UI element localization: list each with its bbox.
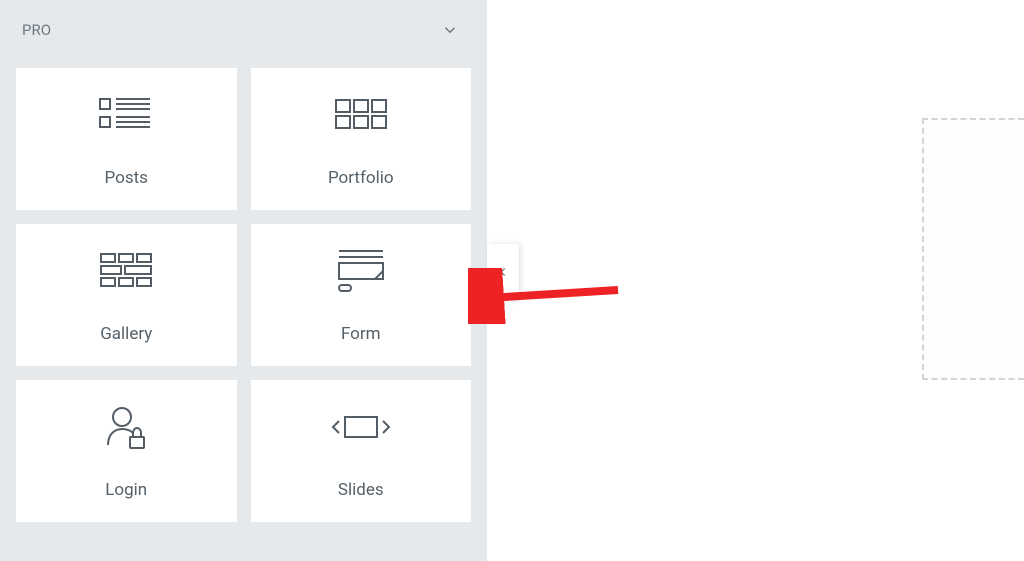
widget-login[interactable]: Login bbox=[16, 380, 237, 522]
canvas-dropzone[interactable] bbox=[922, 118, 1024, 380]
chevron-left-icon bbox=[496, 265, 510, 279]
widget-gallery[interactable]: Gallery bbox=[16, 224, 237, 366]
widget-form[interactable]: Form bbox=[251, 224, 472, 366]
widget-grid: Posts Portfolio bbox=[0, 60, 487, 538]
collapse-panel-button[interactable] bbox=[487, 244, 519, 300]
slides-icon bbox=[329, 402, 393, 452]
widgets-panel: PRO Posts bbox=[0, 0, 487, 561]
form-icon bbox=[331, 246, 391, 296]
posts-icon bbox=[96, 90, 156, 140]
category-header-pro[interactable]: PRO bbox=[0, 0, 487, 60]
widget-label: Login bbox=[105, 480, 147, 500]
widget-posts[interactable]: Posts bbox=[16, 68, 237, 210]
gallery-icon bbox=[97, 246, 155, 296]
category-label: PRO bbox=[22, 21, 51, 39]
widget-label: Form bbox=[341, 324, 381, 344]
login-icon bbox=[102, 402, 150, 452]
portfolio-icon bbox=[332, 90, 390, 140]
widget-slides[interactable]: Slides bbox=[251, 380, 472, 522]
widget-portfolio[interactable]: Portfolio bbox=[251, 68, 472, 210]
widget-label: Gallery bbox=[100, 324, 152, 344]
widget-label: Slides bbox=[338, 480, 384, 500]
widget-label: Posts bbox=[105, 168, 148, 188]
widget-label: Portfolio bbox=[328, 168, 394, 188]
chevron-down-icon bbox=[441, 21, 459, 39]
